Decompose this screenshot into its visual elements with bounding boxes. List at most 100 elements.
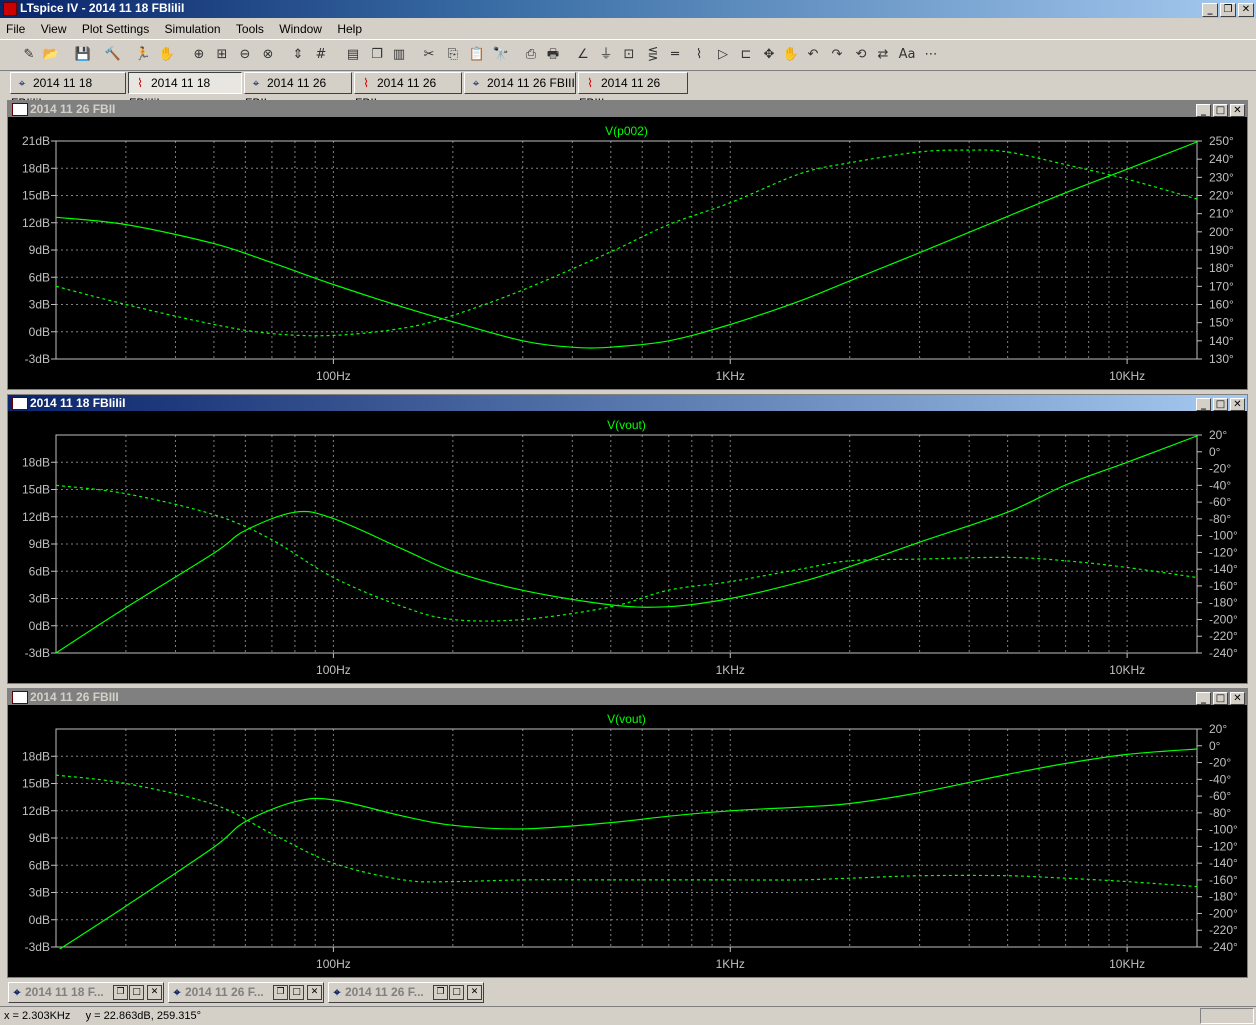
close-button[interactable]: ✕ — [307, 985, 322, 1000]
tab-schematic-fbiii[interactable]: ⌖ 2014 11 26 FBIII — [464, 72, 576, 94]
zoom-out-icon[interactable]: ⊖ — [234, 44, 256, 66]
phase-trace[interactable] — [56, 149, 1197, 337]
component-icon[interactable]: ⊏ — [735, 44, 757, 66]
cut-icon[interactable]: ✂ — [418, 44, 440, 66]
trace-name[interactable]: V(vout) — [607, 712, 646, 726]
minimize-button[interactable]: _ — [1196, 104, 1211, 117]
menu-help[interactable]: Help — [331, 21, 368, 37]
autorange-icon[interactable]: ⇕ — [287, 44, 309, 66]
minimized-window[interactable]: ⌖ 2014 11 18 F... ❐ □ ✕ — [8, 982, 164, 1003]
wire-icon[interactable]: ∠ — [572, 44, 594, 66]
copy-icon[interactable]: ⎘ — [442, 44, 464, 66]
plot-window-titlebar[interactable]: 2014 11 18 FBIiIiI _ □ ✕ — [8, 395, 1247, 411]
minimize-button[interactable]: _ — [1196, 398, 1211, 411]
close-button[interactable]: ✕ — [467, 985, 482, 1000]
menu-plot-settings[interactable]: Plot Settings — [76, 21, 155, 37]
control-panel-icon[interactable]: 🔨 — [102, 44, 124, 66]
print-setup-icon[interactable]: ⎙ — [520, 44, 542, 66]
phase-trace[interactable] — [56, 774, 1197, 888]
bode-plot-fbii[interactable]: V(p002) -3dB 0dB 3dB 6dB 9dB 12dB 15dB 18dB 21dB 1… — [8, 117, 1247, 389]
tile-horizontal-icon[interactable]: ▤ — [342, 44, 364, 66]
maximize-button[interactable]: □ — [129, 985, 144, 1000]
menu-file[interactable]: File — [0, 21, 31, 37]
bode-plot-fbiiiii[interactable]: V(vout) -3dB 0dB 3dB 6dB 9dB 12dB 15dB 18dB -240°… — [8, 411, 1247, 683]
maximize-button[interactable]: □ — [289, 985, 304, 1000]
trace-name[interactable]: V(vout) — [607, 418, 646, 432]
close-button[interactable]: ✕ — [1230, 692, 1245, 705]
plot-window-titlebar[interactable]: 2014 11 26 FBII _ □ ✕ — [8, 101, 1247, 117]
halt-icon[interactable]: ✋ — [156, 44, 178, 66]
restore-button[interactable]: ❐ — [113, 985, 128, 1000]
tab-plot-fbiiiii[interactable]: ⌇2014 11 18 FBIiIiI — [128, 72, 242, 110]
menu-window[interactable]: Window — [273, 21, 328, 37]
close-button[interactable]: ✕ — [147, 985, 162, 1000]
close-button[interactable]: ✕ — [1230, 104, 1245, 117]
paste-icon[interactable]: 📋 — [466, 44, 488, 66]
y2-tick-label: -140° — [1209, 856, 1238, 870]
restore-button[interactable]: ❐ — [1220, 3, 1236, 17]
drag-icon[interactable]: ✋ — [780, 44, 802, 66]
magnitude-trace[interactable] — [56, 748, 1197, 952]
grid-icon[interactable]: # — [310, 44, 332, 66]
maximize-button[interactable]: □ — [449, 985, 464, 1000]
capacitor-icon[interactable]: ═ — [664, 44, 686, 66]
spice-directive-icon[interactable]: ⋯ — [920, 44, 942, 66]
zoom-in-icon[interactable]: ⊕ — [188, 44, 210, 66]
tile-vertical-icon[interactable]: ▥ — [388, 44, 410, 66]
zoom-cancel-icon[interactable]: ⊗ — [257, 44, 279, 66]
menu-view[interactable]: View — [35, 21, 73, 37]
minimized-window[interactable]: ⌖ 2014 11 26 F... ❐ □ ✕ — [168, 982, 324, 1003]
plot-window-fbii[interactable]: 2014 11 26 FBII _ □ ✕ V(p002) -3dB 0dB 3dB 6dB… — [7, 100, 1248, 390]
text-icon[interactable]: Aa — [896, 44, 918, 66]
y2-tick-label: -120° — [1209, 839, 1238, 853]
restore-button[interactable]: ❐ — [433, 985, 448, 1000]
inductor-icon[interactable]: ⌇ — [688, 44, 710, 66]
maximize-button[interactable]: □ — [1213, 104, 1228, 117]
trace-name[interactable]: V(p002) — [605, 124, 648, 138]
mirror-icon[interactable]: ⇄ — [872, 44, 894, 66]
y2-tick-label: -60° — [1209, 495, 1231, 509]
restore-button[interactable]: ❐ — [273, 985, 288, 1000]
phase-trace[interactable] — [56, 484, 1197, 622]
find-icon[interactable]: 🔭 — [490, 44, 512, 66]
save-icon[interactable]: 💾 — [72, 44, 94, 66]
close-button[interactable]: ✕ — [1238, 3, 1254, 17]
redo-icon[interactable]: ↷ — [826, 44, 848, 66]
schematic-icon: ⌖ — [252, 76, 260, 90]
plot-window-fbiii[interactable]: 2014 11 26 FBIII _ □ ✕ V(vout) -3dB 0dB 3dB 6d… — [7, 688, 1248, 978]
ground-icon[interactable]: ⏚ — [595, 44, 617, 66]
menu-simulation[interactable]: Simulation — [159, 21, 227, 37]
open-icon[interactable]: 📂 — [40, 44, 62, 66]
minimize-button[interactable]: _ — [1196, 692, 1211, 705]
menu-tools[interactable]: Tools — [230, 21, 270, 37]
resistor-icon[interactable]: ⋚ — [642, 44, 664, 66]
plot-window-fbiiiii[interactable]: 2014 11 18 FBIiIiI _ □ ✕ V(vout) -3dB 0dB 3dB… — [7, 394, 1248, 684]
maximize-button[interactable]: □ — [1213, 692, 1228, 705]
y-tick-label: 18dB — [22, 161, 50, 175]
status-bar: x = 2.303KHz y = 22.863dB, 259.315° — [0, 1006, 1256, 1025]
run-icon[interactable]: 🏃 — [132, 44, 154, 66]
tab-schematic-fbiiiii[interactable]: ⌖2014 11 18 FBIiIiI — [10, 72, 126, 110]
tab-plot-fbii[interactable]: ⌇2014 11 26 FBII — [354, 72, 462, 110]
print-icon[interactable]: 🖶 — [542, 44, 564, 66]
bode-plot-fbiii[interactable]: V(vout) -3dB 0dB 3dB 6dB 9dB 12dB 15dB 18dB -240°… — [8, 705, 1247, 977]
maximize-button[interactable]: □ — [1213, 398, 1228, 411]
tab-label: 2014 11 26 FBIII — [487, 76, 575, 90]
label-icon[interactable]: ⊡ — [618, 44, 640, 66]
plot-window-titlebar[interactable]: 2014 11 26 FBIII _ □ ✕ — [8, 689, 1247, 705]
zoom-area-icon[interactable]: ⊞ — [211, 44, 233, 66]
undo-icon[interactable]: ↶ — [802, 44, 824, 66]
diode-icon[interactable]: ▷ — [712, 44, 734, 66]
tab-schematic-fbii[interactable]: ⌖2014 11 26 FBII — [244, 72, 352, 110]
y-tick-label: 9dB — [29, 243, 50, 257]
tab-plot-fbiii[interactable]: ⌇2014 11 26 FBIII — [578, 72, 688, 110]
close-button[interactable]: ✕ — [1230, 398, 1245, 411]
move-icon[interactable]: ✥ — [758, 44, 780, 66]
magnitude-trace[interactable] — [56, 141, 1197, 349]
minimized-window[interactable]: ⌖ 2014 11 26 F... ❐ □ ✕ — [328, 982, 484, 1003]
minimize-button[interactable]: _ — [1202, 3, 1218, 17]
y2-tick-label: 200° — [1209, 225, 1234, 239]
new-schematic-icon[interactable]: ✎ — [18, 44, 40, 66]
cascade-icon[interactable]: ❐ — [366, 44, 388, 66]
rotate-icon[interactable]: ⟲ — [850, 44, 872, 66]
